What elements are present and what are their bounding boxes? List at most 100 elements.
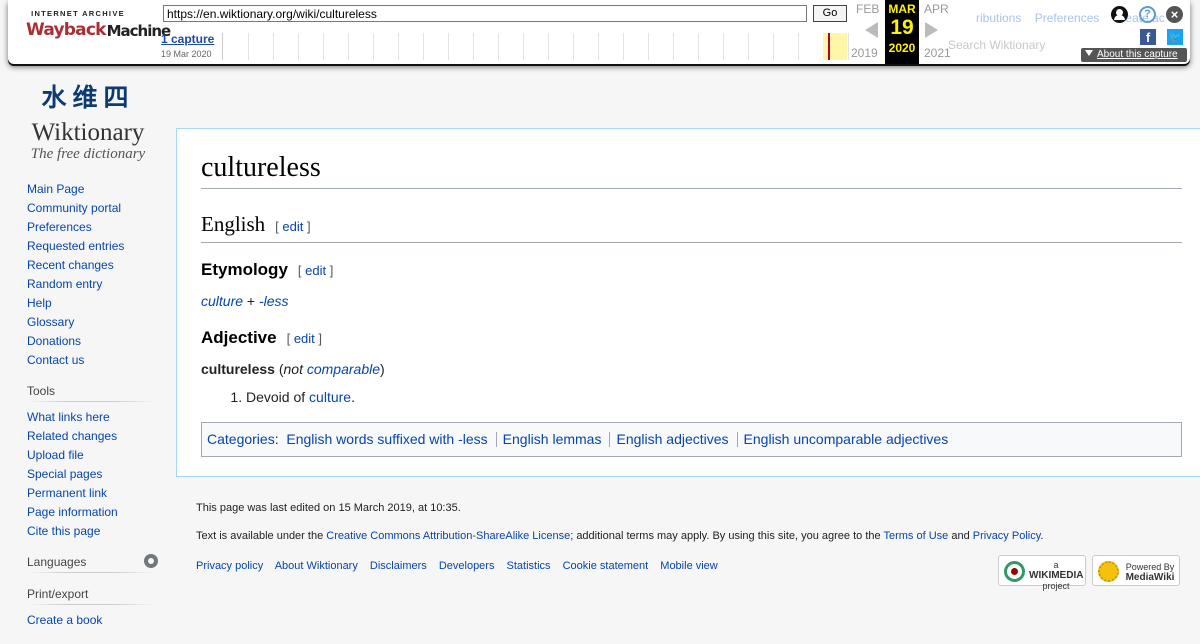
wayback-next-arrow-icon[interactable]	[925, 22, 938, 38]
sparkline-month-tick	[548, 33, 549, 60]
main-content: cultureless English [ edit ] Etymology [ e…	[176, 128, 1200, 477]
edit-adjective-link[interactable]: edit	[294, 331, 315, 346]
sidebar-print-heading[interactable]: Print/export	[27, 587, 155, 605]
footer-statistics-link[interactable]: Statistics	[507, 560, 551, 572]
sparkline-month-tick	[748, 33, 749, 60]
wikimedia-project-badge[interactable]: a WIKIMEDIA project	[998, 555, 1086, 591]
sidebar-languages-heading[interactable]: Languages	[27, 554, 158, 573]
sidebar-link-what-links-here[interactable]: What links here	[27, 410, 110, 424]
wmf-sub: project	[1042, 581, 1070, 591]
sidebar-link-recent-changes[interactable]: Recent changes	[27, 258, 114, 272]
license-link[interactable]: Creative Commons Attribution-ShareAlike …	[326, 530, 570, 542]
wayback-prev-arrow-icon[interactable]	[865, 22, 878, 38]
sparkline-month-tick	[623, 33, 624, 60]
category-link[interactable]: English adjectives	[616, 431, 728, 447]
sparkline-month-tick	[573, 33, 574, 60]
category-link[interactable]: English words suffixed with -less	[286, 431, 487, 447]
sidebar-link-requested-entries[interactable]: Requested entries	[27, 239, 124, 253]
sidebar-link-related-changes[interactable]: Related changes	[27, 429, 117, 443]
sidebar-link-upload-file[interactable]: Upload file	[27, 448, 84, 462]
sparkline-month-tick	[423, 33, 424, 60]
privacy-policy-link[interactable]: Privacy Policy	[973, 530, 1041, 542]
license-and: and	[951, 530, 970, 542]
sidebar-link-permanent-link[interactable]: Permanent link	[27, 486, 107, 500]
sidebar-link-cite-this-page[interactable]: Cite this page	[27, 524, 100, 538]
wayback-logo[interactable]: INTERNET ARCHIVE Wayback Machine	[26, 9, 171, 40]
footer-about-link[interactable]: About Wiktionary	[275, 560, 358, 572]
sidebar-link-glossary[interactable]: Glossary	[27, 315, 74, 329]
sidebar-item: Page information	[27, 503, 155, 522]
sidebar-link-page-information[interactable]: Page information	[27, 505, 118, 519]
edit-etymology-link[interactable]: edit	[305, 263, 326, 278]
sidebar-link-create-book[interactable]: Create a book	[27, 613, 102, 627]
wayback-go-button[interactable]: Go	[813, 5, 847, 22]
comparable-link[interactable]: comparable	[307, 361, 380, 377]
sidebar-link-help[interactable]: Help	[27, 296, 52, 310]
sidebar-item: Contact us	[27, 351, 155, 370]
wiktionary-logo[interactable]: 水维四 Wiktionary The free dictionary	[0, 64, 176, 164]
page-title: cultureless	[201, 149, 1182, 189]
footer: This page was last edited on 15 March 20…	[196, 498, 1186, 591]
wayback-cur-month: MAR	[888, 2, 916, 16]
footer-license: Text is available under the Creative Com…	[196, 530, 1044, 542]
wikimedia-logo-icon	[1004, 561, 1025, 582]
sidebar-link-random-entry[interactable]: Random entry	[27, 277, 102, 291]
sidebar-link-contact-us[interactable]: Contact us	[27, 353, 84, 367]
etymology-text: culture + -less	[201, 291, 1182, 311]
wayback-prev-year[interactable]: 2019	[851, 46, 878, 60]
sparkline-month-tick	[248, 33, 249, 60]
sparkline-month-tick	[598, 33, 599, 60]
etymology-plus: +	[246, 293, 256, 309]
help-icon[interactable]: ?	[1139, 6, 1156, 23]
user-icon[interactable]	[1111, 6, 1128, 23]
close-icon[interactable]: ×	[1166, 6, 1183, 23]
sidebar-link-special-pages[interactable]: Special pages	[27, 467, 102, 481]
facebook-icon[interactable]: f	[1140, 29, 1156, 45]
sidebar-link-main-page[interactable]: Main Page	[27, 182, 84, 196]
sidebar-item: Cite this page	[27, 522, 155, 541]
sidebar-item: Help	[27, 294, 155, 313]
categories-label-link[interactable]: Categories	[207, 431, 275, 447]
about-capture-button[interactable]: About this capture	[1081, 48, 1187, 62]
etymology-link-culture[interactable]: culture	[201, 293, 243, 309]
wayback-url-input[interactable]	[163, 5, 807, 22]
sidebar-link-community-portal[interactable]: Community portal	[27, 201, 121, 215]
footer-mobile-view-link[interactable]: Mobile view	[660, 560, 717, 572]
powered-by-mediawiki-badge[interactable]: Powered By MediaWiki	[1092, 555, 1180, 586]
edit-english-link[interactable]: edit	[282, 219, 303, 234]
wayback-sparkline[interactable]	[222, 33, 852, 60]
edit-section: [ edit ]	[286, 331, 323, 346]
wayback-captures-link[interactable]: 1 capture	[161, 32, 214, 46]
category-link[interactable]: English lemmas	[503, 431, 602, 447]
section-english: English [ edit ]	[201, 211, 1182, 243]
terms-link[interactable]: Terms of Use	[883, 530, 948, 542]
wayback-cur-day: 19	[890, 16, 914, 39]
footer-disclaimers-link[interactable]: Disclaimers	[370, 560, 427, 572]
gear-icon[interactable]	[144, 554, 158, 568]
section-english-title: English	[201, 212, 266, 236]
etymology-link-less[interactable]: -less	[259, 293, 289, 309]
section-adjective-title: Adjective	[201, 328, 277, 347]
ghost-search: Search Wiktionary	[948, 38, 1046, 52]
sidebar-tools-heading[interactable]: Tools	[27, 384, 155, 402]
section-etymology: Etymology [ edit ]	[201, 259, 1182, 282]
footer-cookie-link[interactable]: Cookie statement	[563, 560, 649, 572]
sidebar-link-preferences[interactable]: Preferences	[27, 220, 92, 234]
footer-privacy-link[interactable]: Privacy policy	[196, 560, 263, 572]
sparkline-capture-mark[interactable]	[828, 33, 830, 60]
definition-item: Devoid of culture.	[246, 387, 1182, 407]
wayback-next-year[interactable]: 2021	[924, 46, 951, 60]
category-separator	[495, 432, 497, 447]
sidebar-item: Related changes	[27, 427, 155, 446]
wayback-prev-month[interactable]: FEB	[856, 2, 879, 16]
sidebar-item: What links here	[27, 408, 155, 427]
footer-developers-link[interactable]: Developers	[439, 560, 495, 572]
wmf-small: a	[1053, 560, 1059, 570]
twitter-icon[interactable]: 🐦	[1167, 29, 1183, 45]
sidebar-link-donations[interactable]: Donations	[27, 334, 81, 348]
wayback-next-month[interactable]: APR	[924, 2, 949, 16]
definition-link-culture[interactable]: culture	[309, 389, 351, 405]
category-link[interactable]: English uncomparable adjectives	[744, 431, 949, 447]
edit-section: [ edit ]	[275, 219, 311, 234]
definitions-list: Devoid of culture.	[201, 387, 1182, 407]
